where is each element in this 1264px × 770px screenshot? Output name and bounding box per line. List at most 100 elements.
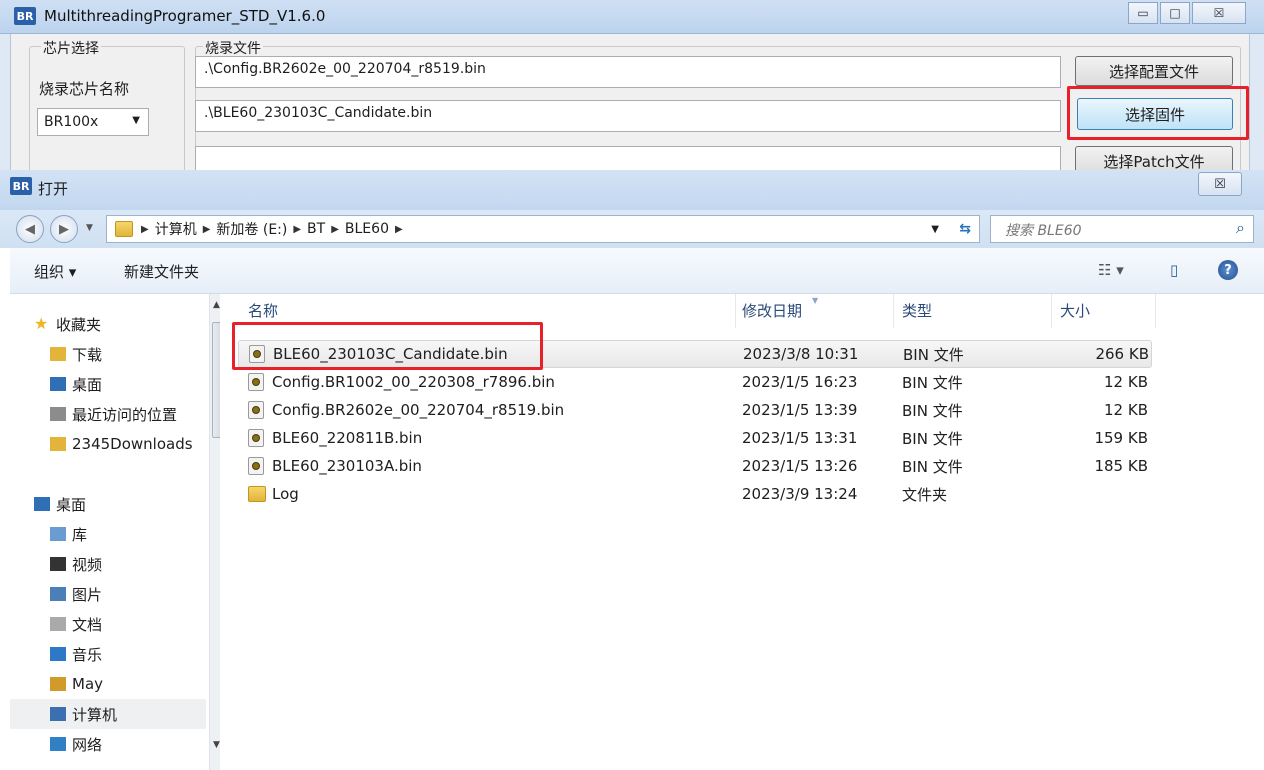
bin-file-icon <box>248 373 264 391</box>
desktop-icon <box>34 497 50 511</box>
document-icon <box>50 617 66 631</box>
address-box[interactable]: ▶ 计算机 ▶ 新加卷 (E:) ▶ BT ▶ BLE60 ▶ ▼ ⇆ <box>106 215 980 243</box>
nav-item[interactable]: 图片 <box>10 579 206 609</box>
main-client-area: 芯片选择 烧录芯片名称 BR100x ▼ 烧录文件 .\Config.BR260… <box>10 34 1250 178</box>
nav-item[interactable]: 计算机 <box>10 699 206 729</box>
breadcrumb-separator-icon: ▶ <box>394 223 403 235</box>
file-rows: BLE60_230103C_Candidate.bin 2023/3/8 10:3… <box>220 340 1264 760</box>
nav-item[interactable]: 最近访问的位置 <box>10 399 206 429</box>
change-view-button[interactable]: ☷ ▾ <box>1098 261 1124 279</box>
nav-item[interactable]: 库 <box>10 519 206 549</box>
folder-icon <box>248 486 266 502</box>
chip-name-label: 烧录芯片名称 <box>39 80 130 98</box>
folder-icon <box>50 437 66 451</box>
back-button[interactable]: ◀ <box>16 215 44 243</box>
picture-icon <box>50 587 66 601</box>
nav-item[interactable]: 桌面 <box>10 369 206 399</box>
nav-item-label: May <box>72 675 104 693</box>
file-name: BLE60_230103A.bin <box>272 457 422 475</box>
breadcrumb-separator-icon: ▶ <box>202 223 211 235</box>
restore-button[interactable]: □ <box>1160 2 1190 24</box>
selected-file-highlight <box>232 322 543 370</box>
file-date: 2023/1/5 13:39 <box>742 401 858 419</box>
forward-arrow-icon: ▶ <box>59 221 69 237</box>
main-close-button[interactable]: ☒ <box>1192 2 1246 24</box>
nav-item[interactable]: 2345Downloads <box>10 429 206 459</box>
minimize-button[interactable]: ▭ <box>1128 2 1158 24</box>
nav-item-label: 网络 <box>72 735 103 754</box>
folder-icon <box>115 221 133 237</box>
breadcrumb-bt[interactable]: BT <box>301 221 331 237</box>
download-folder-icon <box>50 347 66 361</box>
preview-pane-button[interactable]: ▯ <box>1170 261 1178 279</box>
file-row[interactable]: BLE60_230103A.bin 2023/1/5 13:26 BIN 文件 185… <box>238 452 1152 480</box>
nav-item[interactable]: 文档 <box>10 609 206 639</box>
breadcrumb-computer[interactable]: 计算机 <box>149 219 203 239</box>
address-dropdown-icon[interactable]: ▼ <box>931 224 939 235</box>
navigation-pane: ★ 收藏夹 下载 桌面 最近访问的位置 2345Downloads 桌面库视频 图片 文档 音乐 M… <box>10 294 226 770</box>
nav-item[interactable]: 桌面 <box>10 489 206 519</box>
column-header-size[interactable]: 大小 <box>1050 294 1156 328</box>
scroll-up-icon[interactable]: ▲ <box>213 300 220 310</box>
nav-item-label: 文档 <box>72 615 103 634</box>
nav-item[interactable]: 音乐 <box>10 639 206 669</box>
breadcrumb-drive-e[interactable]: 新加卷 (E:) <box>210 219 293 239</box>
firmware-file-path-input[interactable]: .\BLE60_230103C_Candidate.bin <box>195 100 1061 132</box>
file-date: 2023/3/8 10:31 <box>743 345 859 363</box>
scroll-down-icon[interactable]: ▼ <box>213 740 220 750</box>
nav-item[interactable]: 下载 <box>10 339 206 369</box>
dialog-logo-icon: BR <box>10 177 32 195</box>
config-file-path-input[interactable]: .\Config.BR2602e_00_220704_r8519.bin <box>195 56 1061 88</box>
file-date: 2023/3/9 13:24 <box>742 485 858 503</box>
file-type: BIN 文件 <box>902 429 963 448</box>
organize-menu[interactable]: 组织 ▾ <box>34 261 76 282</box>
back-arrow-icon: ◀ <box>25 221 35 237</box>
open-file-dialog: BR 打开 ☒ ◀ ▶ ▼ ▶ 计算机 ▶ 新加卷 (E:) ▶ BT ▶ BL… <box>0 170 1264 770</box>
nav-item-label: 计算机 <box>72 705 118 724</box>
chip-select-group-label: 芯片选择 <box>41 38 101 58</box>
nav-item[interactable]: 视频 <box>10 549 206 579</box>
nav-item-label: 音乐 <box>72 645 103 664</box>
file-name: Log <box>272 485 299 503</box>
breadcrumb-separator-icon: ▶ <box>293 223 302 235</box>
desktop-icon <box>50 377 66 391</box>
recent-places-icon <box>50 407 66 421</box>
bin-file-icon <box>248 401 264 419</box>
column-header-type[interactable]: 类型 <box>892 294 1052 328</box>
dialog-toolbar: 组织 ▾ 新建文件夹 ☷ ▾ ▯ ? <box>10 248 1264 294</box>
network-icon <box>50 737 66 751</box>
select-config-button[interactable]: 选择配置文件 <box>1075 56 1233 86</box>
nav-item[interactable]: 网络 <box>10 729 206 759</box>
burn-files-group-label: 烧录文件 <box>203 38 263 58</box>
file-type: BIN 文件 <box>902 457 963 476</box>
refresh-icon[interactable]: ⇆ <box>959 221 971 237</box>
nav-item-label: 图片 <box>72 585 103 604</box>
file-row[interactable]: BLE60_220811B.bin 2023/1/5 13:31 BIN 文件 159… <box>238 424 1152 452</box>
file-row[interactable]: Config.BR2602e_00_220704_r8519.bin 2023/1… <box>238 396 1152 424</box>
chip-select-dropdown[interactable]: BR100x ▼ <box>37 108 149 136</box>
app-logo-icon: BR <box>14 7 36 25</box>
search-input[interactable]: 搜索 BLE60 ⌕ <box>990 215 1254 243</box>
forward-button[interactable]: ▶ <box>50 215 78 243</box>
nav-item[interactable]: May <box>10 669 206 699</box>
file-row[interactable]: Config.BR1002_00_220308_r7896.bin 2023/1/… <box>238 368 1152 396</box>
dialog-title: 打开 <box>38 180 69 198</box>
nav-item-label: 库 <box>72 525 88 544</box>
dialog-close-button[interactable]: ☒ <box>1198 172 1242 196</box>
file-row[interactable]: Log 2023/3/9 13:24 文件夹 <box>238 480 1152 508</box>
file-size: 12 KB <box>1104 373 1148 391</box>
file-size: 159 KB <box>1094 429 1148 447</box>
breadcrumb-ble60[interactable]: BLE60 <box>339 221 395 237</box>
main-window: BR MultithreadingProgramer_STD_V1.6.0 ▭ … <box>0 0 1264 178</box>
firmware-button-highlight <box>1067 86 1249 140</box>
search-icon[interactable]: ⌕ <box>1236 218 1245 238</box>
new-folder-button[interactable]: 新建文件夹 <box>124 261 199 282</box>
recent-pages-dropdown[interactable]: ▼ <box>86 223 93 233</box>
help-button[interactable]: ? <box>1218 260 1238 280</box>
nav-item[interactable]: ★ 收藏夹 <box>10 309 206 339</box>
file-name: BLE60_220811B.bin <box>272 429 423 447</box>
dialog-titlebar: BR 打开 ☒ <box>0 170 1264 210</box>
nav-item-label: 桌面 <box>72 375 103 394</box>
video-icon <box>50 557 66 571</box>
